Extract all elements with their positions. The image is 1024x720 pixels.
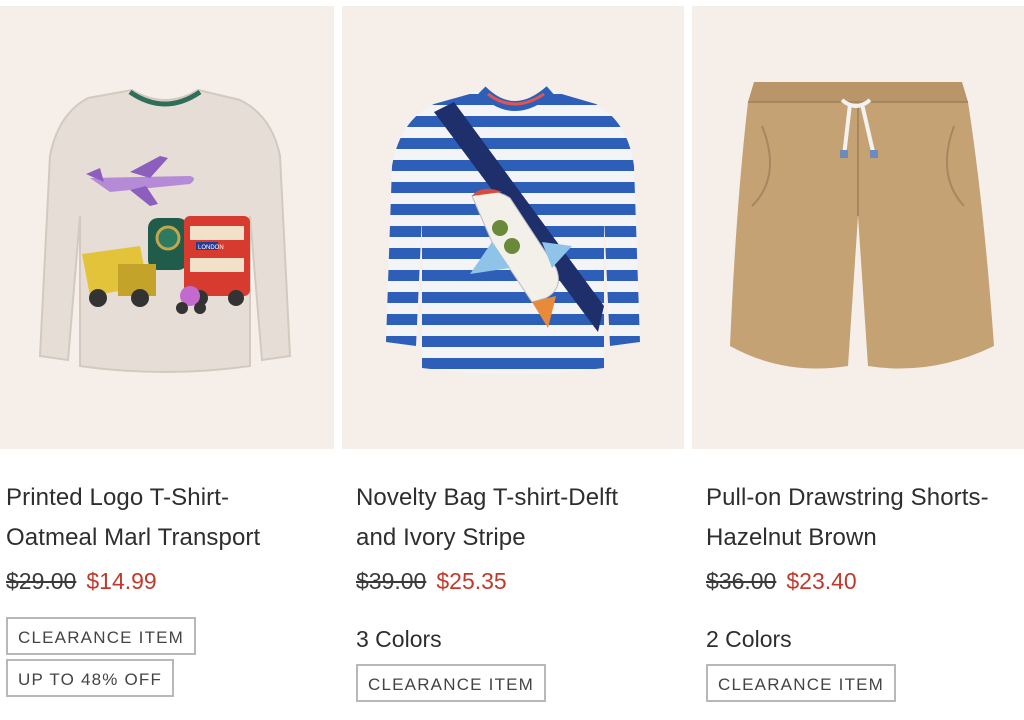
product-name[interactable]: Novelty Bag T-shirt-Delft and Ivory Stri… <box>356 478 678 558</box>
color-count[interactable]: 3 Colors <box>356 624 678 654</box>
price-row: $29.00 $14.99 <box>6 566 328 596</box>
product-image-printed-logo-tshirt[interactable]: LONDON <box>0 6 334 449</box>
product-name-line-2[interactable]: and Ivory Stripe <box>356 524 526 551</box>
clearance-badge: CLEARANCE ITEM <box>6 617 197 655</box>
discount-badge: UP TO 48% OFF <box>6 659 175 697</box>
product-name-line-1[interactable]: Printed Logo T-Shirt- <box>6 484 229 511</box>
sale-price: $14.99 <box>86 568 157 594</box>
color-count[interactable]: 2 Colors <box>706 624 1018 654</box>
striped-tshirt-illustration <box>386 86 640 374</box>
bus-sign-text: LONDON <box>198 245 224 251</box>
clearance-badge: CLEARANCE ITEM <box>706 664 897 702</box>
product-card-novelty-bag-tshirt[interactable]: Novelty Bag T-shirt-Delft and Ivory Stri… <box>342 0 684 720</box>
product-name-line-1[interactable]: Novelty Bag T-shirt-Delft <box>356 484 618 511</box>
product-info: Printed Logo T-Shirt- Oatmeal Marl Trans… <box>6 478 328 697</box>
product-name-line-2[interactable]: Hazelnut Brown <box>706 524 877 551</box>
sale-price: $25.35 <box>436 568 507 594</box>
clearance-badge: CLEARANCE ITEM <box>356 664 547 702</box>
price-row: $39.00 $25.35 <box>356 566 678 596</box>
product-name-line-1[interactable]: Pull-on Drawstring Shorts- <box>706 484 989 511</box>
original-price: $29.00 <box>6 568 77 594</box>
product-grid: LONDON Printed Logo T-Shirt- Oatmeal Mar… <box>0 0 1024 720</box>
badge-group: CLEARANCE ITEM <box>706 664 1018 702</box>
product-info: Novelty Bag T-shirt-Delft and Ivory Stri… <box>356 478 678 702</box>
badge-group: CLEARANCE ITEM UP TO 48% OFF <box>6 617 328 697</box>
price-row: $36.00 $23.40 <box>706 566 1018 596</box>
product-image-novelty-bag-tshirt[interactable] <box>342 6 684 449</box>
product-name[interactable]: Printed Logo T-Shirt- Oatmeal Marl Trans… <box>6 478 328 558</box>
product-image-drawstring-shorts[interactable] <box>692 6 1024 449</box>
badge-group: CLEARANCE ITEM <box>356 664 678 702</box>
product-name-line-2[interactable]: Oatmeal Marl Transport <box>6 524 260 551</box>
product-info: Pull-on Drawstring Shorts- Hazelnut Brow… <box>706 478 1018 702</box>
hazelnut-shorts-illustration <box>730 82 994 369</box>
product-card-drawstring-shorts[interactable]: Pull-on Drawstring Shorts- Hazelnut Brow… <box>692 0 1024 720</box>
oatmeal-tshirt-illustration: LONDON <box>38 88 292 373</box>
original-price: $36.00 <box>706 568 777 594</box>
product-name[interactable]: Pull-on Drawstring Shorts- Hazelnut Brow… <box>706 478 1018 558</box>
product-card-printed-logo-tshirt[interactable]: LONDON Printed Logo T-Shirt- Oatmeal Mar… <box>0 0 334 720</box>
sale-price: $23.40 <box>786 568 857 594</box>
original-price: $39.00 <box>356 568 427 594</box>
